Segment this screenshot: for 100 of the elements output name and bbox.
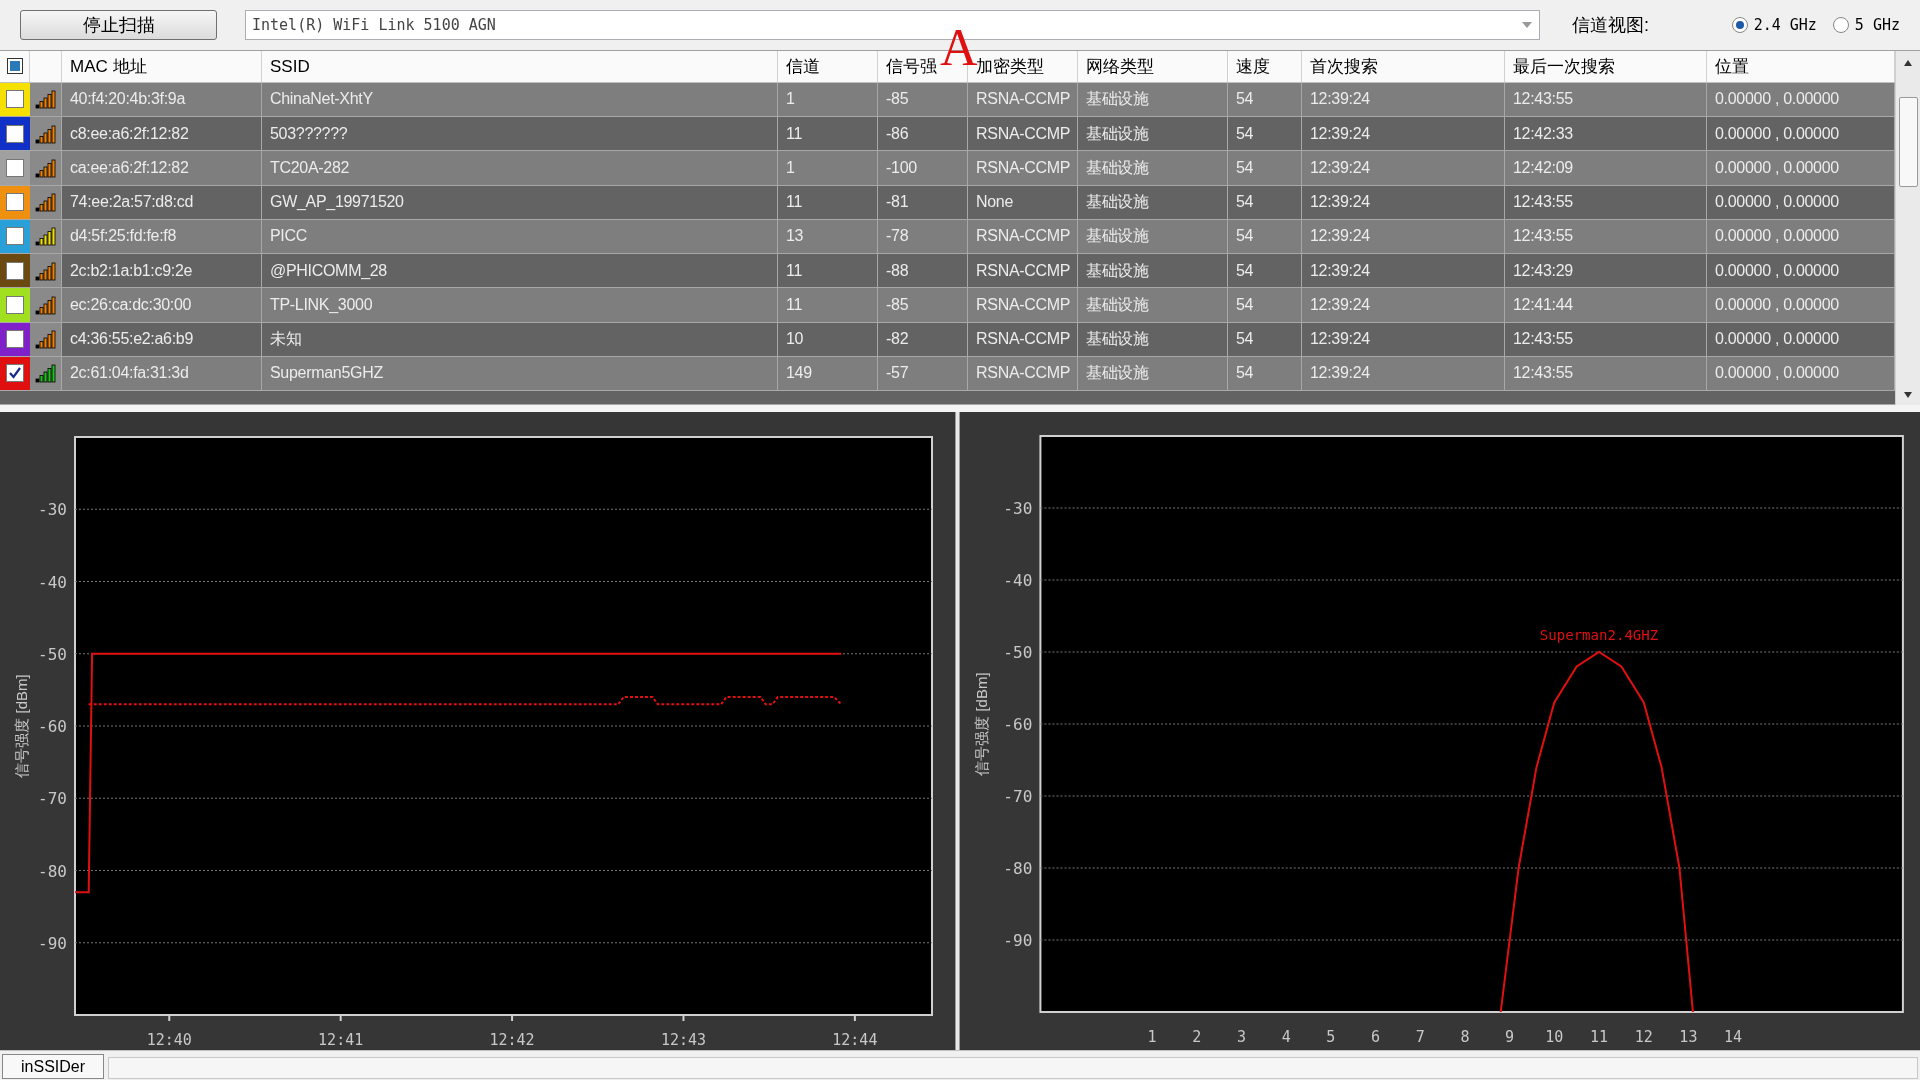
- x-tick-label: 6: [1371, 1028, 1381, 1046]
- table-cell-text: 0.00000 , 0.00000: [1715, 363, 1839, 384]
- x-tick-label: 12:42: [489, 1031, 535, 1049]
- scrollbar[interactable]: [1895, 51, 1920, 405]
- scrollbar-thumb[interactable]: [1898, 97, 1918, 187]
- table-cell-text: 12:39:24: [1310, 123, 1370, 144]
- row-checkbox[interactable]: [6, 330, 24, 349]
- table-row[interactable]: ca:ee:a6:2f:12:82 TC20A-282 1 -100 RSNA-CCMP 基础设施 54 12:39:24 12:42:09 0.00000 , 0.00000: [0, 151, 1895, 186]
- signal-bars-icon: [34, 123, 57, 144]
- table-cell-text: 1: [786, 89, 795, 110]
- table-cell-text: 0.00000 , 0.00000: [1715, 89, 1839, 110]
- x-tick-label: 5: [1326, 1028, 1336, 1046]
- row-checkbox[interactable]: [6, 158, 24, 177]
- table-cell-text: 基础设施: [1086, 89, 1149, 110]
- x-tick-label: 12:40: [146, 1031, 192, 1049]
- table-cell-text: 54: [1236, 226, 1254, 247]
- table-cell-text: 11: [786, 260, 802, 281]
- row-checkbox[interactable]: [6, 364, 24, 383]
- table-cell-text: 12:39:24: [1310, 157, 1370, 178]
- table-cell-text: RSNA-CCMP: [976, 89, 1071, 110]
- table-cell-text: 12:39:24: [1310, 260, 1370, 281]
- table-cell-text: RSNA-CCMP: [976, 226, 1071, 247]
- table-cell-text: 12:42:33: [1513, 123, 1573, 144]
- table-cell-text: 10: [786, 329, 804, 350]
- row-checkbox[interactable]: [6, 193, 24, 212]
- table-cell-text: @PHICOMM_28: [270, 260, 387, 281]
- table-cell-text: 13: [786, 226, 804, 247]
- row-checkbox[interactable]: [6, 295, 24, 314]
- signal-bars-icon: [34, 294, 57, 315]
- column-header[interactable]: 信号强: [886, 53, 937, 80]
- table-cell-text: 74:ee:2a:57:d8:cd: [70, 192, 193, 213]
- x-tick-label: 13: [1679, 1028, 1698, 1046]
- signal-bars-icon: [34, 363, 57, 384]
- y-axis-label: 信号强度 [dBm]: [973, 672, 991, 776]
- table-cell-text: -78: [886, 226, 909, 247]
- table-cell-text: 基础设施: [1086, 260, 1149, 281]
- column-header[interactable]: 网络类型: [1086, 53, 1154, 80]
- x-tick-label: 12: [1634, 1028, 1653, 1046]
- row-checkbox[interactable]: [6, 227, 24, 246]
- channel-view-label: 信道视图:: [1572, 13, 1649, 37]
- column-header[interactable]: 速度: [1236, 53, 1270, 80]
- table-cell-text: -81: [886, 192, 909, 213]
- y-tick-label: -40: [38, 572, 67, 592]
- table-cell-text: 54: [1236, 294, 1254, 315]
- status-tab[interactable]: inSSIDer: [2, 1054, 105, 1079]
- column-header[interactable]: 位置: [1715, 53, 1749, 80]
- column-header[interactable]: 首次搜索: [1310, 53, 1378, 80]
- table-cell-text: ec:26:ca:dc:30:00: [70, 294, 192, 315]
- table-cell-text: 基础设施: [1086, 192, 1149, 213]
- caret-icon: [1521, 21, 1533, 29]
- column-header[interactable]: MAC 地址: [70, 53, 147, 80]
- table-cell-text: -85: [886, 294, 909, 315]
- x-tick-label: 12:43: [660, 1031, 707, 1049]
- table-row[interactable]: 74:ee:2a:57:d8:cd GW_AP_19971520 11 -81 None 基础设施 54 12:39:24 12:43:55 0.00000 , 0.00000: [0, 185, 1895, 220]
- y-tick-label: -30: [1003, 499, 1033, 518]
- signal-bars-icon: [34, 157, 57, 178]
- column-header[interactable]: 最后一次搜索: [1513, 53, 1615, 80]
- y-tick-label: -70: [38, 789, 67, 809]
- table-cell-text: 0.00000 , 0.00000: [1715, 157, 1839, 178]
- scroll-up-icon[interactable]: [1903, 59, 1913, 67]
- table-cell-text: 12:43:55: [1513, 329, 1573, 350]
- table-cell-text: 基础设施: [1086, 329, 1149, 350]
- table-cell-text: 0.00000 , 0.00000: [1715, 123, 1839, 144]
- table-cell-text: -86: [886, 123, 909, 144]
- table-cell-text: -100: [886, 157, 917, 178]
- table-cell-text: 11: [786, 294, 802, 315]
- column-header[interactable]: 加密类型: [976, 53, 1044, 80]
- y-tick-label: -30: [38, 500, 67, 520]
- column-header[interactable]: 信道: [786, 53, 820, 80]
- y-tick-label: -90: [38, 933, 67, 953]
- select-all-checkbox[interactable]: [6, 58, 23, 75]
- x-tick-label: 9: [1505, 1028, 1515, 1046]
- table-cell-text: 0.00000 , 0.00000: [1715, 260, 1839, 281]
- table-cell-text: 11: [786, 192, 802, 213]
- band-radio[interactable]: 2.4 GHz: [1731, 13, 1817, 37]
- x-tick-label: 12:41: [318, 1031, 364, 1049]
- signal-bars-icon: [34, 260, 57, 281]
- x-tick-label: 4: [1281, 1028, 1291, 1046]
- table-row[interactable]: d4:5f:25:fd:fe:f8 PICC 13 -78 RSNA-CCMP 基础设施 54 12:39:24 12:43:55 0.00000 , 0.00000: [0, 219, 1895, 255]
- table-row[interactable]: 2c:b2:1a:b1:c9:2e @PHICOMM_28 11 -88 RSNA-CCMP 基础设施 54 12:39:24 12:43:29 0.00000 , 0.00000: [0, 254, 1895, 289]
- table-cell-text: 0.00000 , 0.00000: [1715, 329, 1839, 350]
- table-cell-text: 12:43:55: [1513, 363, 1573, 384]
- table-row[interactable]: ec:26:ca:dc:30:00 TP-LINK_3000 11 -85 RSNA-CCMP 基础设施 54 12:39:24 12:41:44 0.00000 , 0.00000: [0, 288, 1895, 323]
- y-tick-label: -80: [1003, 859, 1033, 878]
- row-checkbox[interactable]: [6, 124, 24, 143]
- table-cell-text: 12:43:55: [1513, 226, 1573, 247]
- row-checkbox[interactable]: [6, 261, 24, 280]
- table-row[interactable]: 40:f4:20:4b:3f:9a ChinaNet-XhtY 1 -85 RSNA-CCMP 基础设施 54 12:39:24 12:43:55 0.00000 , 0.00000: [0, 82, 1895, 118]
- row-checkbox[interactable]: [6, 90, 24, 109]
- table-cell-text: 基础设施: [1086, 157, 1149, 178]
- table-row[interactable]: 2c:61:04:fa:31:3d Superman5GHZ 149 -57 RSNA-CCMP 基础设施 54 12:39:24 12:43:55 0.00000 , 0.00000: [0, 356, 1895, 392]
- table-row[interactable]: c4:36:55:e2:a6:b9 未知 10 -82 RSNA-CCMP 基础设施 54 12:39:24 12:43:55 0.00000 , 0.00000: [0, 322, 1895, 357]
- table-row[interactable]: c8:ee:a6:2f:12:82 503?????? 11 -86 RSNA-CCMP 基础设施 54 12:39:24 12:42:33 0.00000 , 0.00000: [0, 117, 1895, 152]
- table-cell-text: 0.00000 , 0.00000: [1715, 226, 1839, 247]
- table-cell-text: 基础设施: [1086, 363, 1149, 384]
- column-header[interactable]: SSID: [270, 53, 310, 80]
- scroll-down-icon[interactable]: [1903, 391, 1913, 399]
- band-radio[interactable]: 5 GHz: [1832, 13, 1900, 37]
- stop-scan-button[interactable]: 停止扫描: [20, 10, 217, 40]
- table-cell-text: 0.00000 , 0.00000: [1715, 192, 1839, 213]
